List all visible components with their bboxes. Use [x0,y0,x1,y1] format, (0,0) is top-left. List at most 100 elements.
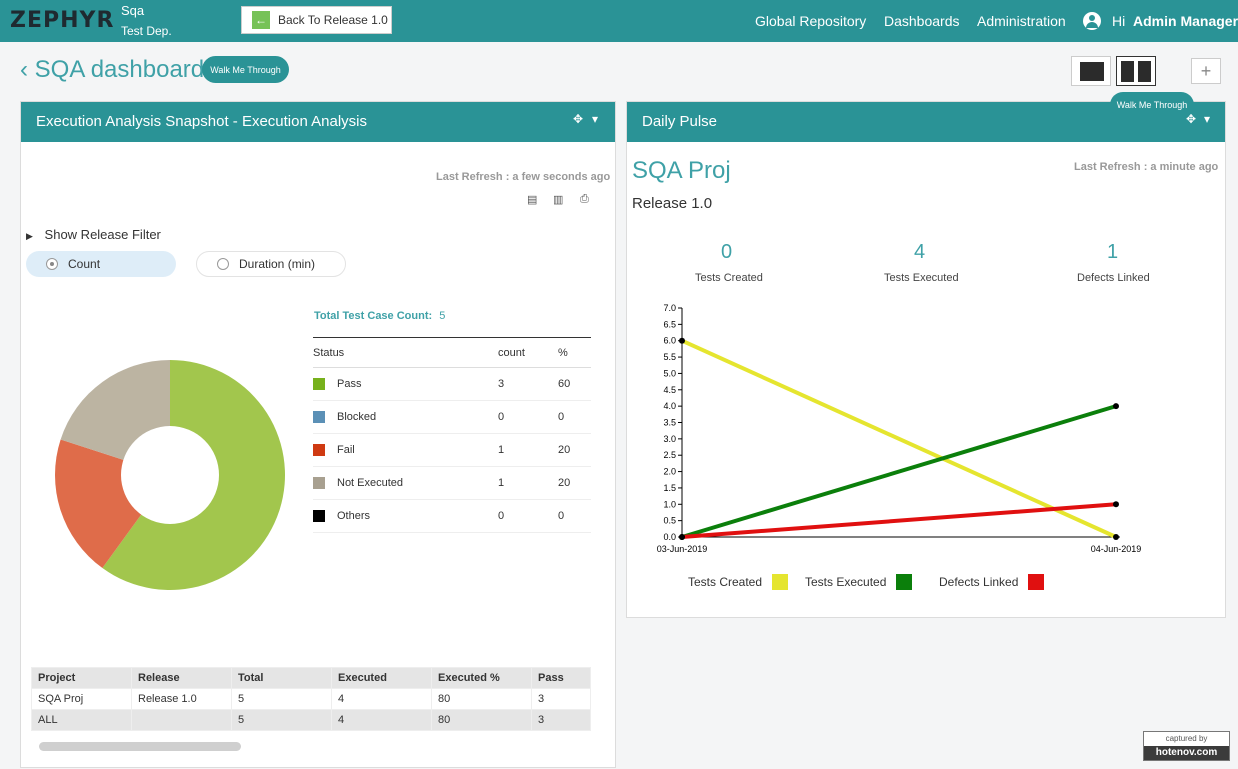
legend-swatch [772,574,789,590]
two-column-icon-left [1121,61,1134,82]
status-label: Others [337,509,371,522]
tests-created-label: Tests Created [695,272,763,284]
y-tick-label: 1.0 [663,499,676,509]
y-tick-label: 1.5 [663,483,676,493]
legend-item[interactable]: Defects Linked [939,574,1045,590]
status-swatch [313,477,325,490]
back-to-release-label: Back To Release 1.0 [278,13,388,27]
nav-dashboards[interactable]: Dashboards [884,13,960,29]
summary-header-row: Project Release Total Executed Executed … [31,667,591,689]
data-point[interactable] [679,337,685,344]
collapse-icon[interactable]: ▾ [592,112,604,126]
status-row: Blocked 0 0 [313,400,591,434]
single-column-layout-button[interactable] [1071,56,1111,86]
summary-cell: 5 [231,709,332,731]
summary-col-executed-pct: Executed % [431,667,532,689]
single-column-icon [1080,62,1104,81]
legend-item[interactable]: Tests Executed [805,574,913,590]
radio-selected-icon [46,258,58,270]
legend-label: Defects Linked [939,575,1019,589]
duration-radio-label: Duration (min) [239,257,316,271]
status-row: Fail 1 20 [313,433,591,467]
horizontal-scrollbar[interactable] [39,742,241,751]
print-icon[interactable]: ⎙ [580,193,592,205]
move-icon[interactable]: ✥ [573,112,585,126]
show-release-filter-label: Show Release Filter [44,227,161,242]
status-cell: Fail [313,433,498,467]
y-tick-label: 3.0 [663,434,676,444]
summary-cell: ALL [31,709,132,731]
y-tick-label: 0.5 [663,516,676,526]
count-radio[interactable]: Count [26,251,176,277]
export-pdf-icon[interactable]: ▤ [527,193,539,206]
two-column-layout-button[interactable] [1116,56,1156,86]
pct-cell: 0 [558,499,591,533]
greeting: Hi [1112,13,1126,29]
status-label: Pass [337,377,362,390]
tests-executed-value: 4 [914,241,926,263]
back-to-release-button[interactable]: ← Back To Release 1.0 [241,6,392,34]
total-test-case-value: 5 [439,310,446,322]
watermark-bottom: hotenov.com [1144,746,1229,760]
count-cell: 1 [498,466,558,500]
show-release-filter-toggle[interactable]: ▶ Show Release Filter [26,227,161,242]
tests-created-value: 0 [721,241,733,263]
legend-label: Tests Created [688,575,763,589]
summary-cell: 80 [431,688,532,710]
pct-cell: 0 [558,400,591,434]
nav-administration[interactable]: Administration [977,13,1066,29]
watermark-top: captured by [1165,734,1208,743]
y-tick-label: 6.5 [663,319,676,329]
summary-row-all: ALL 5 4 80 3 [31,709,591,731]
summary-cell: Release 1.0 [131,688,232,710]
daily-pulse-line-chart: 0.0 0.5 1.0 1.5 2.0 2.5 3.0 3.5 4.0 4.5 5.0 5.5 6.0 6… [657,303,1142,554]
defects-linked-label: Defects Linked [1077,272,1150,284]
export-excel-icon[interactable]: ▥ [553,193,565,206]
data-point[interactable] [1113,534,1119,540]
status-row: Pass 3 60 [313,367,591,401]
daily-pulse-release: Release 1.0 [632,195,713,212]
total-test-case-count: Total Test Case Count: 5 [314,310,445,322]
duration-radio[interactable]: Duration (min) [196,251,346,277]
user-avatar-icon[interactable] [1083,12,1101,30]
status-table-header: Status count % [313,337,591,368]
summary-col-pass: Pass [531,667,591,689]
series-line-tests-executed[interactable] [681,404,1117,539]
x-tick-label: 04-Jun-2019 [1091,544,1142,554]
project-name: Sqa [121,3,145,18]
data-point[interactable] [679,534,685,540]
y-tick-label: 2.5 [663,450,676,460]
status-swatch [313,444,325,457]
legend-label: Tests Executed [805,575,887,589]
page-title[interactable]: ‹ SQA dashboard [20,56,204,84]
daily-pulse-project: SQA Proj [632,157,731,184]
nav-global-repository[interactable]: Global Repository [755,13,866,29]
add-gadget-button[interactable]: + [1191,58,1221,84]
legend-item[interactable]: Tests Created [688,574,789,590]
zephyr-logo[interactable]: ZEPHYR [10,8,114,33]
two-column-icon-right [1138,61,1151,82]
count-cell: 0 [498,499,558,533]
status-label: Fail [337,443,355,456]
status-table: Status count % Pass 3 60 Blocked 0 0 Fail 1 20 No… [313,337,591,533]
count-cell: 0 [498,400,558,434]
caret-right-icon: ▶ [26,231,33,241]
y-tick-label: 0.0 [663,532,676,542]
status-row: Not Executed 1 20 [313,466,591,500]
arrow-left-icon: ← [252,11,270,29]
collapse-icon[interactable]: ▾ [1204,112,1216,126]
donut-hole [121,426,219,524]
walk-me-through-button-2[interactable]: Walk Me Through [1110,92,1194,118]
walk-me-through-button[interactable]: Walk Me Through [202,56,289,83]
legend-swatch [1028,574,1045,590]
status-label: Not Executed [337,476,404,489]
series-line-defects-linked[interactable] [681,502,1117,539]
status-cell: Pass [313,367,498,401]
y-tick-label: 6.0 [663,336,676,346]
y-tick-label: 2.0 [663,467,676,477]
summary-cell: 3 [531,688,591,710]
data-point[interactable] [1113,501,1119,508]
status-row: Others 0 0 [313,499,591,533]
data-point[interactable] [1113,403,1119,410]
user-name[interactable]: Admin Manager [1133,13,1238,29]
